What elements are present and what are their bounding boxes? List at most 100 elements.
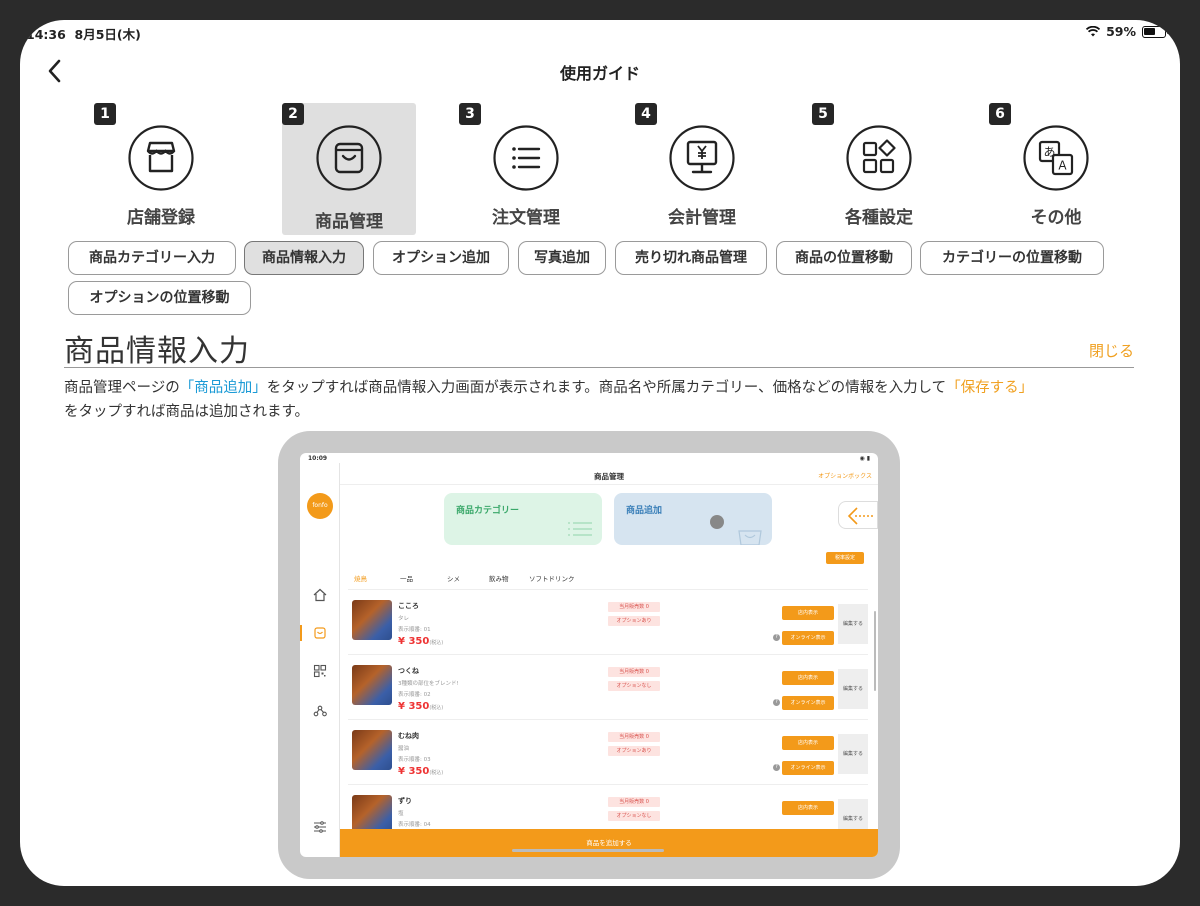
list-icon	[568, 522, 592, 536]
example-category-card: 商品カテゴリー	[444, 493, 602, 545]
share-icon	[313, 705, 327, 717]
item-sub: タレ	[398, 616, 410, 622]
chip-category-move[interactable]: カテゴリーの位置移動	[920, 241, 1104, 275]
close-link[interactable]: 閉じる	[1089, 340, 1134, 361]
store-icon	[128, 125, 194, 191]
category-label: 店舗登録	[127, 208, 195, 228]
list-icon	[493, 125, 559, 191]
category-product-management[interactable]: 2 商品管理	[282, 103, 416, 235]
status-time: 14:36 8月5日(木)	[26, 24, 141, 43]
card-label: 商品追加	[626, 506, 663, 516]
example-add-product-bar: 商品を追加する	[340, 829, 878, 857]
item-price: ¥ 350(税込)	[398, 766, 443, 777]
item-sub: 塩	[398, 811, 404, 817]
item-name: つくね	[398, 667, 419, 675]
item-order: 表示順番: 01	[398, 627, 431, 633]
category-settings[interactable]: 5 各種設定	[812, 103, 946, 235]
category-order-management[interactable]: 3 注文管理	[459, 103, 593, 235]
chip-product-info-input[interactable]: 商品情報入力	[244, 241, 364, 275]
screen: 14:36 8月5日(木) 59% 使用ガイド 1 店舗登録 2 商品管理 3 …	[20, 20, 1180, 886]
example-tabs: 焼鳥 一品 シメ 飲み物 ソフトドリンク	[354, 573, 854, 587]
category-label: 商品管理	[315, 212, 383, 232]
food-photo	[352, 600, 392, 640]
item-price: ¥ 350(税込)	[398, 636, 443, 647]
price-value: ¥ 350	[398, 636, 430, 647]
item-name: こころ	[398, 602, 419, 610]
bag-icon	[314, 627, 326, 639]
sold-badge: 当月販売数 0	[608, 732, 660, 742]
example-status: ◉ ▮	[859, 455, 870, 462]
chip-product-move[interactable]: 商品の位置移動	[776, 241, 912, 275]
example-arrow	[838, 501, 878, 529]
battery-percent: 59%	[1106, 24, 1136, 39]
category-other[interactable]: 6 あA その他	[989, 103, 1123, 235]
option-badge: オプションあり	[608, 616, 660, 626]
desc-text: 商品管理ページの	[64, 380, 180, 396]
option-badge: オプションなし	[608, 811, 660, 821]
status-bar: 14:36 8月5日(木) 59%	[20, 20, 1180, 44]
help-icon: ?	[773, 764, 780, 771]
category-number: 2	[282, 103, 304, 125]
price-value: ¥ 350	[398, 701, 430, 712]
item-name: ずり	[398, 797, 412, 805]
bag-icon	[738, 530, 762, 545]
option-badge: オプションなし	[608, 681, 660, 691]
page-title: 使用ガイド	[559, 64, 640, 83]
bag-icon	[316, 125, 382, 191]
description: 商品管理ページの「商品追加」をタップすれば商品情報入力画面が表示されます。商品名…	[64, 376, 1144, 424]
category-number: 1	[94, 103, 116, 125]
category-accounting[interactable]: 4 会計管理	[635, 103, 769, 235]
example-tab: 焼鳥	[354, 575, 367, 583]
example-tab: 飲み物	[489, 575, 509, 583]
chip-option-move[interactable]: オプションの位置移動	[68, 281, 251, 315]
arrow-left-icon	[847, 507, 875, 525]
category-number: 3	[459, 103, 481, 125]
chip-category-input[interactable]: 商品カテゴリー入力	[68, 241, 236, 275]
price-tax: (税込)	[429, 705, 444, 711]
tap-indicator	[710, 515, 724, 529]
item-order: 表示順番: 03	[398, 757, 431, 763]
store-display-btn: 店内表示	[782, 736, 834, 750]
online-display-btn: オンライン表示	[782, 761, 834, 775]
chip-option-add[interactable]: オプション追加	[373, 241, 509, 275]
battery-icon	[1142, 25, 1169, 38]
nav-bar: 使用ガイド	[20, 54, 1180, 88]
sold-badge: 当月販売数 0	[608, 797, 660, 807]
register-icon	[669, 125, 735, 191]
price-value: ¥ 350	[398, 766, 430, 777]
example-add-card: 商品追加	[614, 493, 772, 545]
example-tab: 一品	[400, 575, 413, 583]
section-title: 商品情報入力	[64, 334, 250, 369]
chip-photo-add[interactable]: 写真追加	[518, 241, 606, 275]
example-header: 商品管理 オプションボックス	[340, 463, 878, 485]
example-title: 商品管理	[594, 472, 624, 481]
item-order: 表示順番: 04	[398, 822, 431, 828]
fonfo-logo: fonfo	[307, 493, 333, 519]
date: 8月5日(木)	[74, 27, 141, 42]
example-scrollbar	[874, 611, 876, 691]
category-store-registration[interactable]: 1 店舗登録	[94, 103, 228, 235]
edit-btn: 編集する	[838, 669, 868, 709]
sold-badge: 当月販売数 0	[608, 667, 660, 677]
category-number: 6	[989, 103, 1011, 125]
desc-highlight-add: 「商品追加」	[179, 380, 267, 396]
sliders-icon	[314, 821, 326, 833]
option-badge: オプションあり	[608, 746, 660, 756]
price-tax: (税込)	[429, 770, 444, 776]
guide-categories: 1 店舗登録 2 商品管理 3 注文管理 4 会計管理 5 各種設定 6 あA …	[94, 103, 1104, 237]
clock: 14:36	[26, 27, 66, 42]
example-item-row: むね肉 醤油 表示順番: 03 ¥ 350(税込) 当月販売数 0 オプションあ…	[348, 719, 868, 783]
edit-btn: 編集する	[838, 734, 868, 774]
example-screenshot: 10:09 ◉ ▮ fonfo 商品管理 オプションボックス 商品カテゴリー 商…	[278, 431, 900, 879]
help-icon: ?	[773, 634, 780, 641]
example-tab: シメ	[447, 575, 460, 583]
desc-text: をタップすれば商品情報入力画面が表示されます。商品名や所属カテゴリー、価格などの…	[266, 380, 947, 396]
chip-sold-out[interactable]: 売り切れ商品管理	[615, 241, 767, 275]
edit-btn: 編集する	[838, 604, 868, 644]
example-option-box: オプションボックス	[818, 473, 872, 480]
store-display-btn: 店内表示	[782, 671, 834, 685]
device-frame: 14:36 8月5日(木) 59% 使用ガイド 1 店舗登録 2 商品管理 3 …	[0, 0, 1200, 906]
category-label: 注文管理	[492, 208, 560, 228]
sold-badge: 当月販売数 0	[608, 602, 660, 612]
online-display-btn: オンライン表示	[782, 631, 834, 645]
